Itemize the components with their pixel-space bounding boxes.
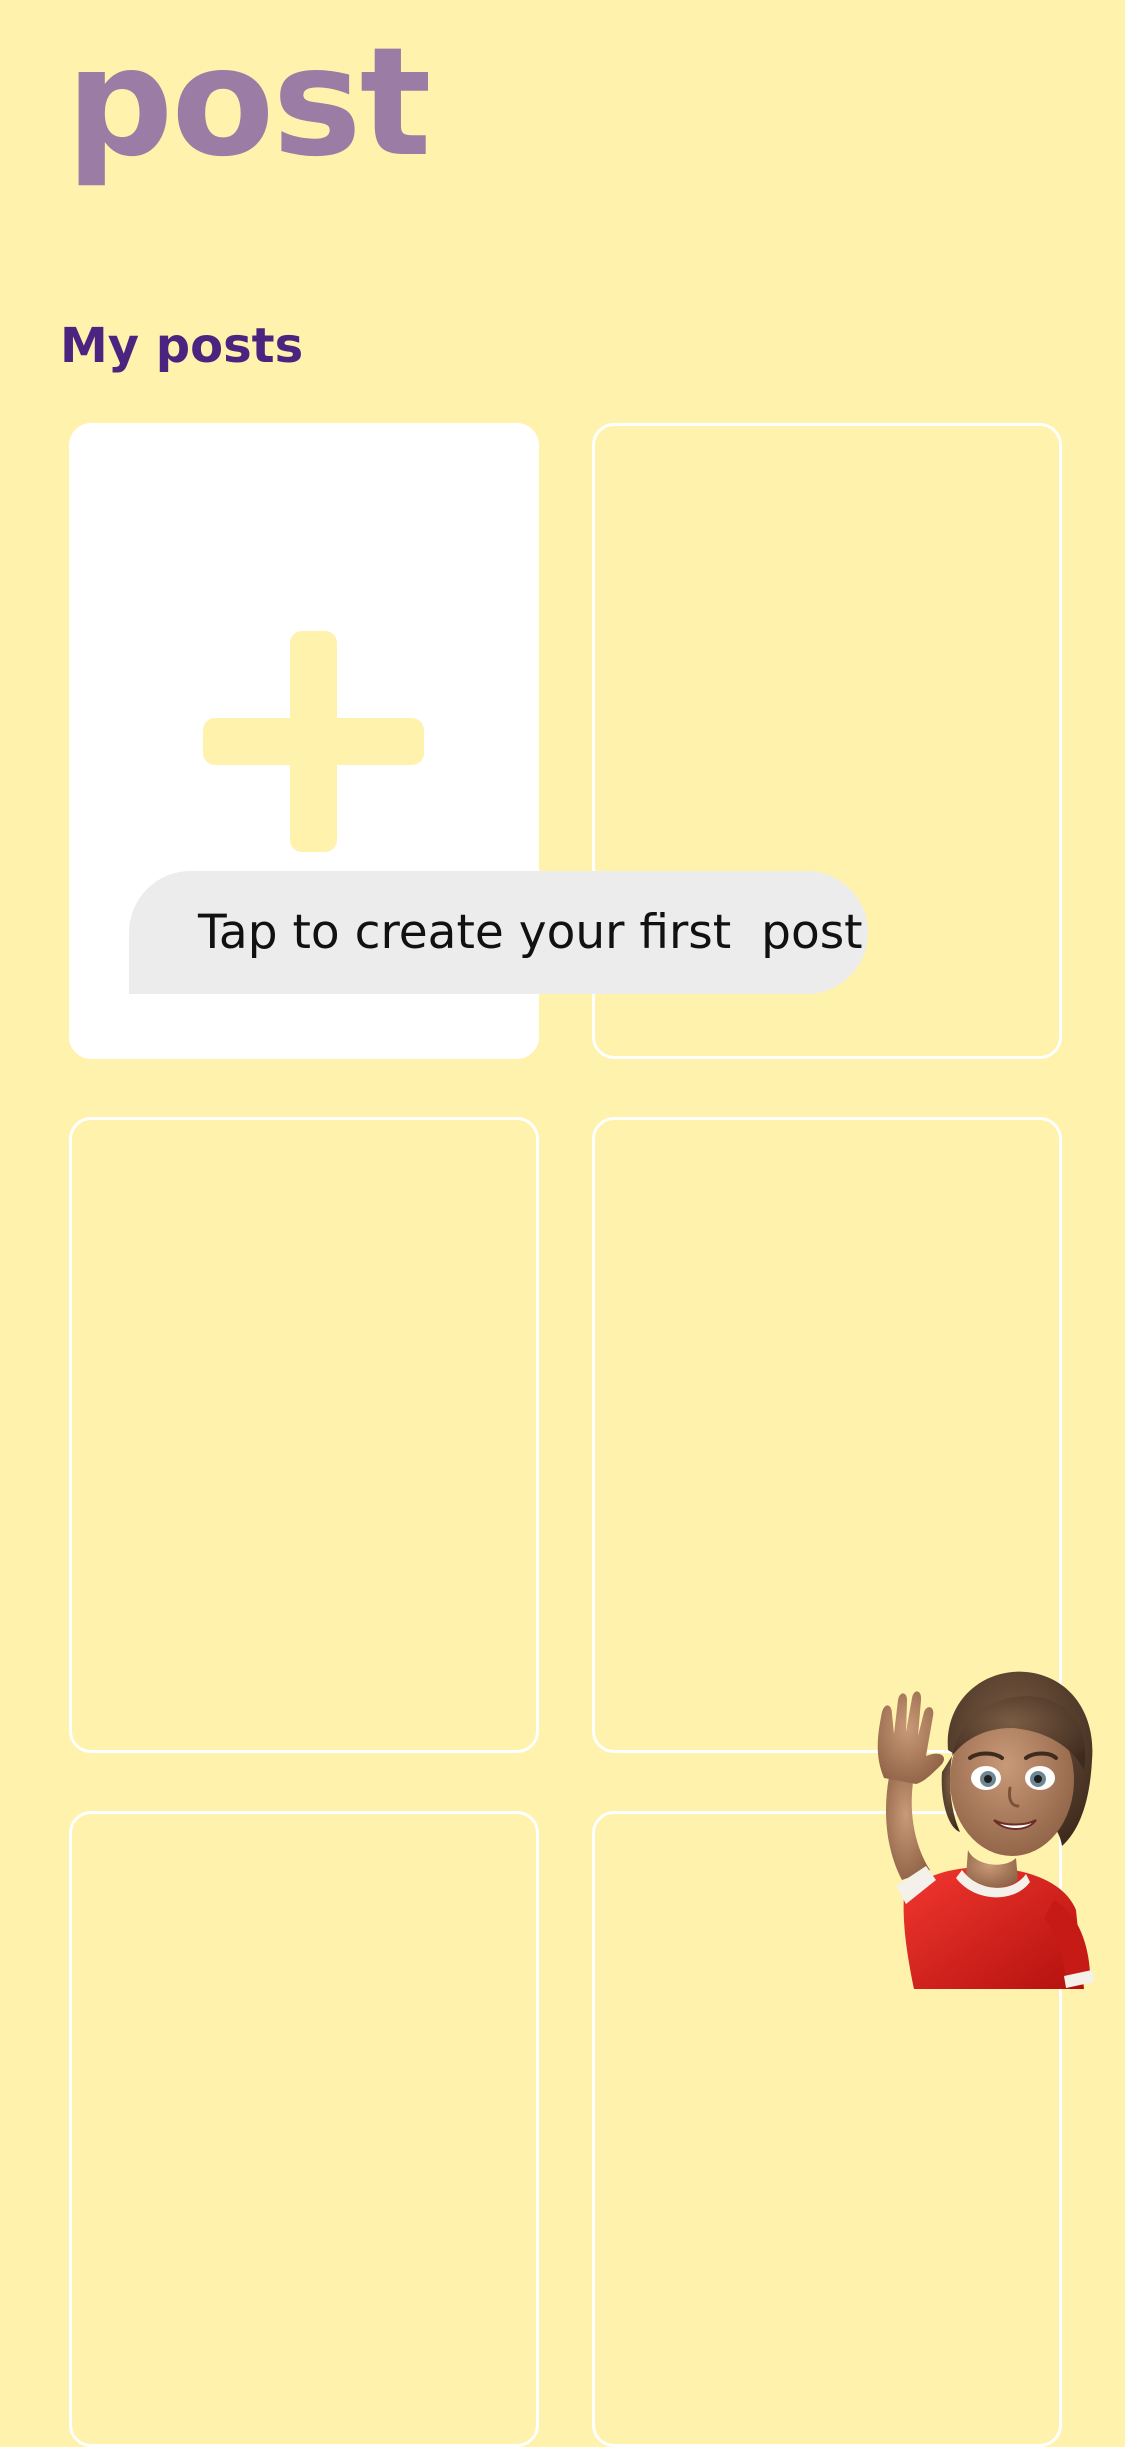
- empty-post-slot: [69, 1811, 539, 2447]
- create-post-tooltip[interactable]: Tap to create your first post: [129, 871, 868, 994]
- plus-icon: [203, 631, 424, 852]
- empty-post-slot: [592, 1117, 1062, 1753]
- waving-avatar-icon: [877, 1671, 1094, 1989]
- app-title: post: [66, 16, 431, 190]
- empty-post-slot: [69, 1117, 539, 1753]
- section-title-my-posts: My posts: [60, 318, 304, 374]
